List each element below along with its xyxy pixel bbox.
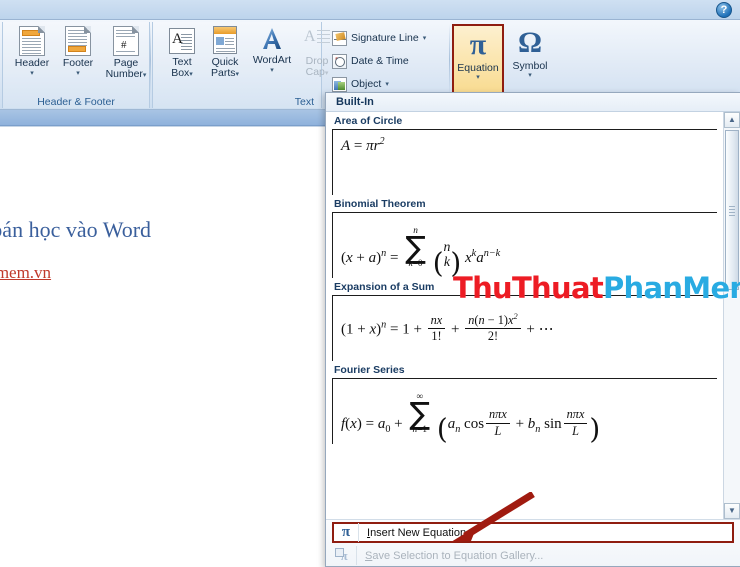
scrollbar-thumb[interactable] [725, 130, 739, 290]
chevron-down-icon[interactable]: ▾ [385, 80, 389, 88]
equation-button-label: Equation [457, 62, 499, 74]
watermark-part1: ThuThuat [453, 271, 604, 305]
footer-button-label: Footer [62, 57, 94, 69]
scroll-up-arrow-icon[interactable]: ▲ [724, 112, 740, 128]
chevron-down-icon[interactable]: ▾ [54, 70, 102, 77]
signature-line-icon [332, 30, 347, 46]
watermark-part2: PhanMem.vn [602, 271, 740, 305]
formula-fourier-series: f(x) = a0 + ∞ ∑ n=1 (an cos nπx L + bn sin nπ… [341, 392, 601, 446]
header-document-icon [19, 26, 45, 56]
scrollbar-grip-icon [729, 206, 735, 218]
gallery-item-label: Area of Circle [334, 115, 403, 127]
object-icon [332, 76, 347, 92]
header-button[interactable]: Header ▾ [8, 26, 56, 77]
wordart-icon [259, 26, 285, 52]
gallery-item-preview[interactable]: A = πr2 [332, 129, 717, 195]
quick-parts-icon [213, 26, 237, 54]
equation-pi-icon: π [469, 28, 487, 61]
document-heading: ức toán học vào Word [0, 217, 152, 242]
word-application-window: ? Header ▾ Footer ▾ # Page Number▾ Heade… [0, 0, 740, 567]
save-equation-icon: π [332, 546, 357, 565]
chevron-down-icon[interactable]: ▾ [325, 70, 329, 77]
chevron-down-icon[interactable]: ▾ [236, 71, 240, 78]
group-label-header-footer: Header & Footer [37, 96, 115, 108]
gallery-item-preview[interactable]: (x + a)n = n ∑ k=0 (n k) xkan−k [332, 212, 717, 279]
wordart-button[interactable]: WordArt ▾ [244, 26, 300, 74]
quick-parts-button[interactable]: Quick Parts▾ [202, 26, 248, 79]
group-separator [449, 24, 450, 96]
site-watermark: ThuThuatPhanMem.vn [453, 271, 740, 305]
symbol-button[interactable]: Ω Symbol ▾ [504, 26, 556, 80]
footer-document-icon [65, 26, 91, 56]
symbol-button-label: Symbol [512, 60, 548, 72]
equation-gallery-dropdown: Built-In Area of Circle A = πr2 Binomial… [325, 92, 740, 567]
gallery-footer-commands: π Insert New Equation π Save Selection t… [326, 519, 740, 566]
gallery-item-binomial-theorem[interactable]: Binomial Theorem (x + a)n = n ∑ k=0 (n k) x… [326, 195, 723, 279]
object-label: Object [351, 78, 382, 90]
chevron-down-icon[interactable]: ▾ [454, 74, 502, 82]
signature-line-command[interactable]: Signature Line ▾ [332, 28, 426, 48]
gallery-item-label: Fourier Series [334, 364, 405, 376]
chevron-down-icon[interactable]: ▾ [423, 34, 427, 42]
quick-parts-label-line2: Parts [210, 67, 236, 79]
equation-pi-icon: π [334, 523, 359, 542]
drop-cap-label-line2: Cap [305, 66, 325, 78]
gallery-item-label: Binomial Theorem [334, 198, 426, 210]
formula-area-of-circle: A = πr2 [341, 136, 385, 154]
wordart-label: WordArt [252, 54, 292, 66]
document-hyperlink[interactable]: uatphanmem.vn [0, 263, 272, 283]
date-time-command[interactable]: 5 Date & Time [332, 51, 409, 71]
date-time-icon: 5 [332, 53, 347, 69]
page-number-button[interactable]: # Page Number▾ [100, 26, 152, 80]
chevron-down-icon[interactable]: ▾ [504, 72, 556, 80]
symbol-omega-icon: Ω [517, 26, 543, 59]
page-number-icon: # [113, 26, 139, 56]
signature-line-label: Signature Line [351, 32, 419, 44]
group-text: A Text Box▾ Quick Parts▾ WordArt ▾ A Dro… [152, 20, 330, 110]
gallery-section-title: Built-In [326, 93, 740, 112]
scroll-down-arrow-icon[interactable]: ▼ [724, 503, 740, 519]
equation-button[interactable]: π Equation ▾ [452, 24, 504, 102]
text-box-icon: A [169, 28, 195, 54]
object-command[interactable]: Object ▾ [332, 74, 389, 94]
insert-new-equation-command[interactable]: π Insert New Equation [332, 522, 734, 543]
group-separator [150, 24, 151, 96]
gallery-item-area-of-circle[interactable]: Area of Circle A = πr2 [326, 112, 723, 195]
text-box-button[interactable]: A Text Box▾ [160, 28, 204, 79]
date-time-label: Date & Time [351, 55, 409, 67]
title-bar: ? [0, 0, 740, 20]
gallery-scroll-port[interactable]: Area of Circle A = πr2 Binomial Theorem … [326, 112, 723, 519]
formula-expansion-of-a-sum: (1 + x)n = 1 + nx 1! + n(n − 1)x2 2! + ⋯ [341, 312, 554, 344]
header-button-label: Header [14, 57, 50, 69]
insert-new-equation-label: Insert New Equation [367, 526, 467, 539]
chevron-down-icon[interactable]: ▾ [244, 67, 300, 74]
gallery-item-fourier-series[interactable]: Fourier Series f(x) = a0 + ∞ ∑ n=1 (an cos… [326, 361, 723, 446]
gallery-item-preview[interactable]: f(x) = a0 + ∞ ∑ n=1 (an cos nπx L + bn sin nπ… [332, 378, 717, 446]
chevron-down-icon[interactable]: ▾ [143, 72, 147, 79]
chevron-down-icon[interactable]: ▾ [8, 70, 56, 77]
gallery-scrollbar[interactable]: ▲ ▼ [723, 112, 740, 519]
chevron-down-icon[interactable]: ▾ [189, 71, 193, 78]
drop-cap-icon: A [304, 28, 330, 52]
group-header-footer: Header ▾ Footer ▾ # Page Number▾ Header … [2, 20, 150, 110]
help-circle-icon[interactable]: ? [716, 2, 732, 18]
group-label-text: Text [294, 96, 314, 108]
page-number-label-line2: Number [105, 68, 143, 80]
save-selection-label: Save Selection to Equation Gallery... [365, 549, 544, 562]
text-box-label-line2: Box [171, 67, 190, 79]
save-selection-to-gallery-command[interactable]: π Save Selection to Equation Gallery... [332, 545, 734, 566]
footer-button[interactable]: Footer ▾ [54, 26, 102, 77]
